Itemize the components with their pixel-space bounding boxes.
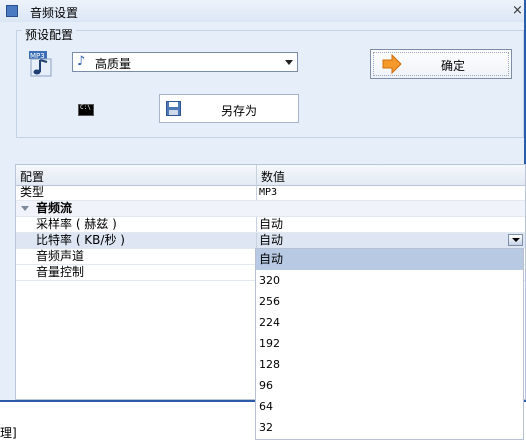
save-as-button-label: 另存为: [220, 104, 257, 118]
dropdown-option[interactable]: 224: [256, 312, 523, 333]
dropdown-option[interactable]: 192: [256, 333, 523, 354]
column-header-value[interactable]: 数值: [261, 168, 285, 185]
command-prompt-icon: C:\: [78, 104, 94, 116]
preset-select-value: 高质量: [95, 57, 132, 71]
row-value[interactable]: MP3: [259, 185, 277, 200]
command-prompt-icon-label: C:\: [80, 104, 91, 111]
music-note-icon: ♪: [77, 54, 86, 69]
dropdown-option[interactable]: 32: [256, 417, 523, 438]
dropdown-option[interactable]: 96: [256, 375, 523, 396]
row-label: 音量控制: [36, 265, 85, 279]
column-header-config[interactable]: 配置: [20, 168, 44, 185]
row-value[interactable]: 自动: [259, 217, 283, 232]
preset-select[interactable]: ♪ 高质量: [72, 52, 298, 72]
mp3-file-icon: MP3: [28, 48, 54, 78]
close-icon[interactable]: ×: [512, 3, 523, 18]
row-label: 采样率 ( 赫兹 ): [36, 217, 117, 231]
column-divider[interactable]: [256, 165, 257, 185]
save-as-button[interactable]: 另存为: [159, 94, 299, 123]
dropdown-option[interactable]: 64: [256, 396, 523, 417]
dropdown-option[interactable]: 256: [256, 291, 523, 312]
app-icon: [6, 5, 18, 17]
dropdown-option[interactable]: 自动: [256, 249, 523, 270]
column-divider: [256, 233, 257, 248]
grid-row-bitrate[interactable]: 比特率 ( KB/秒 ) 自动: [16, 233, 525, 249]
background-text-fragment: 理]: [0, 426, 17, 440]
grid-row-type[interactable]: 类型 MP3: [16, 185, 525, 201]
column-divider: [256, 185, 257, 200]
window-title: 音频设置: [30, 6, 79, 20]
title-bar[interactable]: 音频设置 ×: [0, 0, 524, 22]
bitrate-dropdown-list: 自动 320 256 224 192 128 96 64 32: [255, 248, 524, 440]
row-label: 音频声道: [36, 249, 85, 263]
row-label: 比特率 ( KB/秒 ): [36, 233, 125, 247]
column-divider: [256, 217, 257, 232]
grid-row-sample-rate[interactable]: 采样率 ( 赫兹 ) 自动: [16, 217, 525, 233]
dropdown-option[interactable]: 128: [256, 354, 523, 375]
preset-group-label: 预设配置: [22, 26, 77, 43]
bitrate-dropdown-button[interactable]: [508, 234, 523, 246]
grid-category-audio-stream[interactable]: 音频流: [16, 201, 525, 217]
chevron-down-icon[interactable]: [285, 60, 293, 65]
grid-header: 配置 数值: [16, 165, 525, 186]
category-label: 音频流: [36, 201, 73, 215]
confirm-button-label: 确定: [440, 59, 465, 73]
chevron-down-icon: [512, 238, 520, 242]
collapse-icon[interactable]: [21, 206, 29, 211]
dropdown-option[interactable]: 320: [256, 270, 523, 291]
row-label: 类型: [20, 185, 45, 199]
confirm-button[interactable]: 确定: [370, 49, 512, 79]
row-value[interactable]: 自动: [259, 233, 283, 248]
